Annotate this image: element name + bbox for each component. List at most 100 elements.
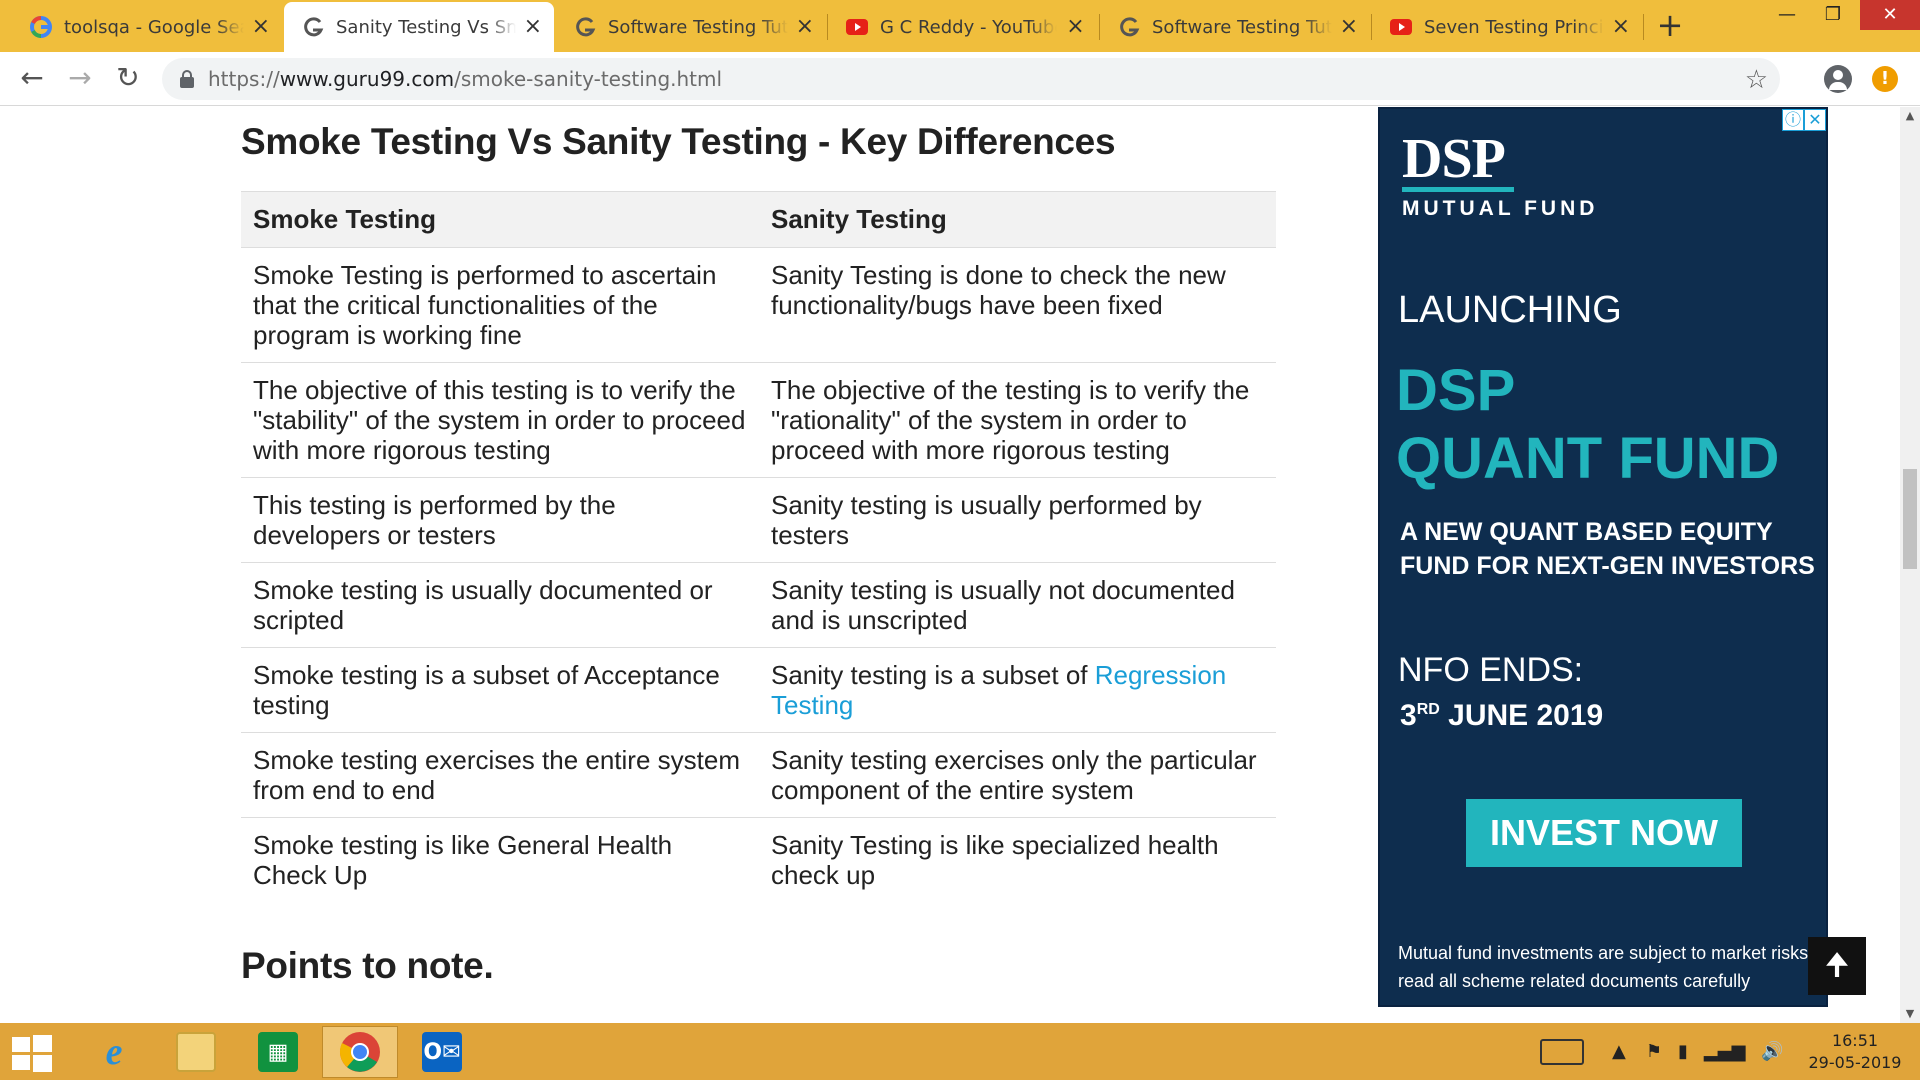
table-cell: Smoke testing is a subset of Acceptance …	[241, 647, 759, 733]
profile-avatar-icon[interactable]	[1824, 65, 1852, 93]
table-cell: The objective of the testing is to verif…	[759, 362, 1276, 478]
tab-sanity-testing[interactable]: Sanity Testing Vs Smoke Testing ×	[284, 2, 554, 52]
tab-strip: toolsqa - Google Search × Sanity Testing…	[0, 0, 1920, 52]
table-cell: Smoke testing is usually documented or s…	[241, 562, 759, 648]
ad-description: A NEW QUANT BASED EQUITY FUND FOR NEXT-G…	[1400, 518, 1815, 580]
table-row: Smoke testing is usually documented or s…	[241, 562, 1276, 648]
tab-seven-principles[interactable]: Seven Testing Principles ×	[1372, 2, 1642, 52]
table-row: This testing is performed by the develop…	[241, 477, 1276, 563]
close-icon[interactable]: ×	[524, 16, 542, 38]
tab-youtube-gc-reddy[interactable]: G C Reddy - YouTube ×	[828, 2, 1098, 52]
flag-icon[interactable]: ⚑	[1646, 1041, 1662, 1062]
back-button[interactable]: ←	[16, 63, 48, 95]
tab-separator	[1643, 14, 1644, 40]
tab-title: toolsqa - Google Search	[64, 16, 244, 38]
new-tab-button[interactable]: +	[1652, 8, 1688, 44]
outlook-icon[interactable]: O✉	[404, 1026, 480, 1078]
table-row: Smoke testing exercises the entire syste…	[241, 732, 1276, 818]
address-bar[interactable]: https://www.guru99.com/smoke-sanity-test…	[162, 58, 1780, 100]
table-cell: Sanity Testing is done to check the new …	[759, 247, 1276, 363]
table-cell: Sanity testing is usually not documented…	[759, 562, 1276, 648]
tab-title: G C Reddy - YouTube	[880, 16, 1057, 38]
file-explorer-icon[interactable]	[158, 1026, 234, 1078]
volume-icon[interactable]: 🔊	[1761, 1041, 1783, 1062]
page-content: Smoke Testing Vs Sanity Testing - Key Di…	[0, 107, 1900, 1023]
mutual-fund-label: MUTUAL FUND	[1402, 197, 1599, 220]
points-to-note-heading: Points to note.	[241, 945, 494, 986]
close-icon[interactable]: ×	[1612, 16, 1630, 38]
nfo-ends-label: NFO ENDS:	[1398, 651, 1584, 689]
table-cell: Sanity testing is a subset of Regression…	[759, 647, 1276, 733]
ad-disclaimer: Mutual fund investments are subject to m…	[1398, 943, 1814, 991]
table-row: The objective of this testing is to veri…	[241, 362, 1276, 478]
keyboard-icon[interactable]	[1540, 1038, 1584, 1065]
browser-toolbar: ← → ↻ https://www.guru99.com/smoke-sanit…	[0, 52, 1920, 106]
tab-title: Seven Testing Principles	[1424, 16, 1604, 38]
show-hidden-icons-icon[interactable]: ▲	[1612, 1041, 1626, 1062]
guru99-icon	[302, 16, 324, 38]
minimize-button[interactable]: —	[1764, 0, 1810, 30]
bookmark-star-icon[interactable]: ☆	[1745, 65, 1768, 95]
scroll-down-arrow-icon[interactable]: ▼	[1900, 1005, 1920, 1023]
cell-text: Sanity testing is a subset of	[771, 660, 1095, 690]
tab-title: Sanity Testing Vs Smoke Testing	[336, 16, 516, 38]
table-cell: Sanity testing exercises only the partic…	[759, 732, 1276, 818]
url-text: https://www.guru99.com/smoke-sanity-test…	[208, 67, 723, 91]
table-row: Smoke Testing is performed to ascertain …	[241, 247, 1276, 363]
internet-explorer-icon[interactable]: e	[76, 1026, 152, 1078]
restore-button[interactable]: ❐	[1810, 0, 1856, 30]
ad-badges: ⓘ ✕	[1782, 109, 1826, 131]
update-alert-icon[interactable]: !	[1872, 66, 1898, 92]
ad-title-line1: DSP	[1396, 358, 1516, 423]
table-cell: This testing is performed by the develop…	[241, 477, 759, 563]
windows-start-button[interactable]	[12, 1035, 52, 1072]
scroll-to-top-button[interactable]: 🠉	[1808, 937, 1866, 995]
youtube-icon	[846, 16, 868, 38]
tab-title: Software Testing Tutorial	[608, 16, 788, 38]
windows-taskbar: e ▦ O✉ ▲ ⚑ ▮ ▂▄▆ 🔊 16:51 29-05-2019	[0, 1023, 1920, 1080]
scroll-up-arrow-icon[interactable]: ▲	[1900, 107, 1920, 125]
tab-title: Software Testing Tutorial	[1152, 16, 1332, 38]
ad-close-icon[interactable]: ✕	[1804, 109, 1826, 131]
clock-time: 16:51	[1831, 1031, 1879, 1050]
google-icon	[30, 16, 52, 38]
table-cell: Sanity testing is usually performed by t…	[759, 477, 1276, 563]
close-icon[interactable]: ×	[1065, 16, 1086, 38]
column-header-smoke: Smoke Testing	[241, 191, 759, 248]
battery-icon[interactable]: ▮	[1678, 1041, 1688, 1062]
network-signal-icon[interactable]: ▂▄▆	[1704, 1041, 1746, 1062]
ad-title-line2: QUANT FUND	[1396, 426, 1780, 491]
window-close-button[interactable]: ✕	[1860, 0, 1920, 30]
close-icon[interactable]: ×	[252, 16, 270, 38]
scrollbar-thumb[interactable]	[1903, 469, 1917, 569]
store-icon[interactable]: ▦	[240, 1026, 316, 1078]
table-cell: Smoke testing is like General Health Che…	[253, 830, 673, 890]
tab-software-testing-2[interactable]: Software Testing Tutorial ×	[1100, 2, 1370, 52]
close-icon[interactable]: ×	[796, 16, 814, 38]
taskbar-clock[interactable]: 16:51 29-05-2019	[1800, 1030, 1910, 1074]
column-header-sanity: Sanity Testing	[759, 191, 1276, 248]
dsp-logo: DSP	[1402, 128, 1506, 190]
close-icon[interactable]: ×	[1340, 16, 1358, 38]
table-header-row: Smoke Testing Sanity Testing	[241, 191, 1276, 248]
table-row: Smoke testing is a subset of Acceptance …	[241, 647, 1276, 733]
tab-google-search[interactable]: toolsqa - Google Search ×	[12, 2, 282, 52]
comparison-table: Smoke Testing Sanity Testing Smoke Testi…	[241, 191, 1276, 903]
reload-button[interactable]: ↻	[112, 63, 144, 95]
dsp-advertisement[interactable]: ⓘ ✕ DSP MUTUAL FUND LAUNCHING DSP QUANT …	[1378, 107, 1828, 1007]
ad-info-icon[interactable]: ⓘ	[1782, 109, 1804, 131]
invest-now-button[interactable]: INVEST NOW	[1466, 799, 1742, 867]
guru99-icon	[574, 16, 596, 38]
chrome-icon[interactable]	[322, 1026, 398, 1078]
logo-underline	[1402, 187, 1514, 192]
youtube-icon	[1390, 16, 1412, 38]
clock-date: 29-05-2019	[1808, 1053, 1902, 1072]
page-scrollbar[interactable]: ▲ ▼	[1900, 107, 1920, 1023]
table-cell: Smoke testing exercises the entire syste…	[241, 732, 759, 818]
guru99-icon	[1118, 16, 1140, 38]
tab-software-testing-1[interactable]: Software Testing Tutorial ×	[556, 2, 826, 52]
lock-icon	[180, 70, 194, 88]
launching-text: LAUNCHING	[1398, 289, 1622, 331]
system-tray: ▲ ⚑ ▮ ▂▄▆ 🔊	[1540, 1023, 1784, 1080]
forward-button[interactable]: →	[64, 63, 96, 95]
